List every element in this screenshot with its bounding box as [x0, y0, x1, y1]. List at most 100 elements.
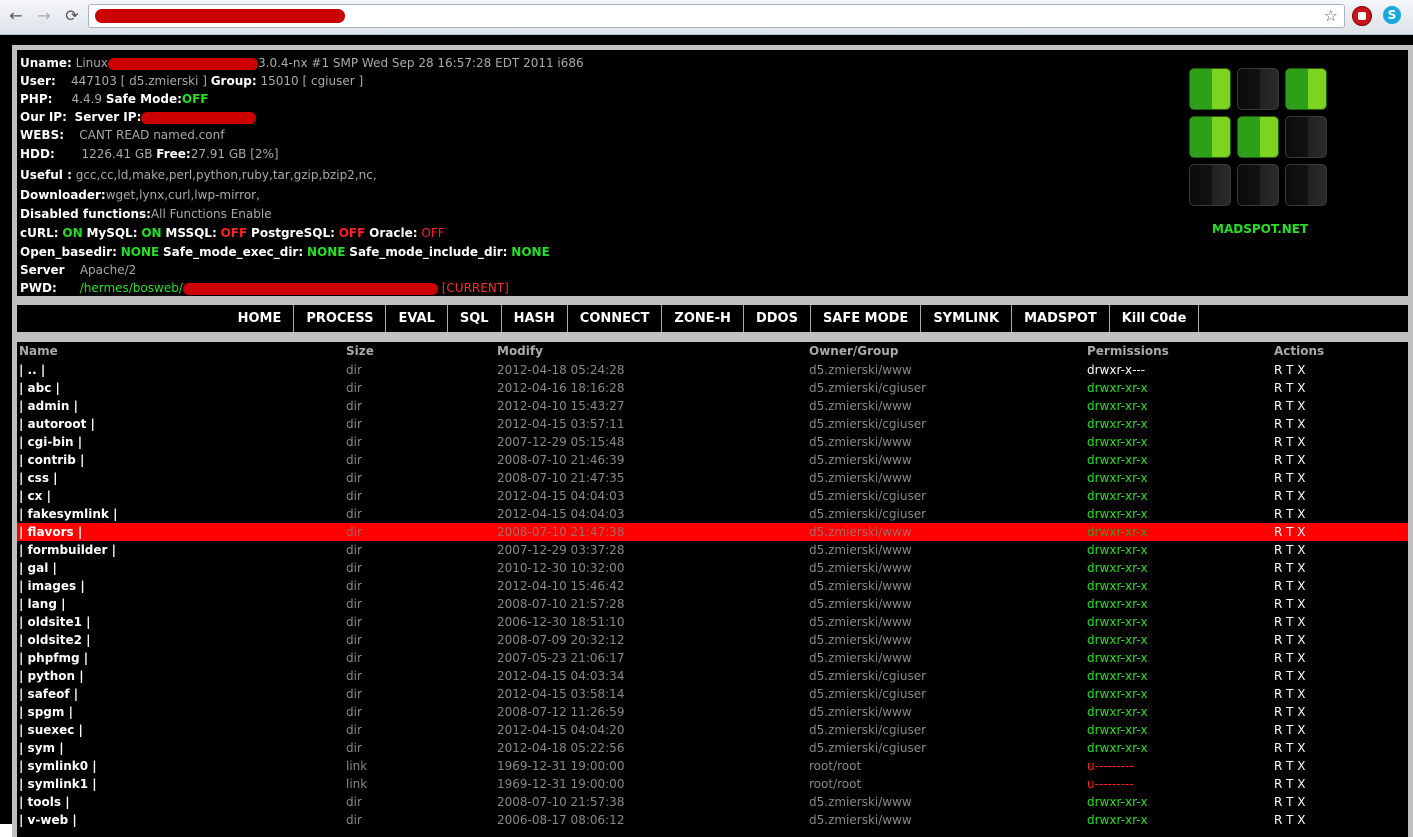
- back-button[interactable]: ←: [6, 6, 26, 26]
- file-permissions-link[interactable]: drwxr-xr-x: [1087, 541, 1148, 559]
- file-actions[interactable]: R T X: [1274, 379, 1306, 397]
- file-actions[interactable]: R T X: [1274, 721, 1306, 739]
- file-row[interactable]: | safeof | dir 2012-04-15 03:58:14 d5.zmier…: [17, 685, 1408, 703]
- file-name-link[interactable]: | admin |: [19, 397, 78, 415]
- file-row[interactable]: | formbuilder | dir 2007-12-29 03:37:28 d5.…: [17, 541, 1408, 559]
- file-permissions-link[interactable]: drwxr-xr-x: [1087, 523, 1148, 541]
- file-actions[interactable]: R T X: [1274, 649, 1306, 667]
- file-name-link[interactable]: | safeof |: [19, 685, 78, 703]
- bookmark-star-icon[interactable]: ☆: [1324, 6, 1338, 25]
- file-actions[interactable]: R T X: [1274, 505, 1306, 523]
- file-row[interactable]: | abc | dir 2012-04-16 18:16:28 d5.zmierski…: [17, 379, 1408, 397]
- file-actions[interactable]: R T X: [1274, 757, 1306, 775]
- file-permissions-link[interactable]: drwxr-xr-x: [1087, 505, 1148, 523]
- col-header-owner[interactable]: Owner/Group: [809, 343, 898, 359]
- file-permissions-link[interactable]: drwxr-xr-x: [1087, 433, 1148, 451]
- col-header-size[interactable]: Size: [346, 343, 374, 359]
- file-row[interactable]: | cx | dir 2012-04-15 04:04:03 d5.zmierski/…: [17, 487, 1408, 505]
- nav-safe-mode[interactable]: SAFE MODE: [811, 305, 922, 332]
- file-actions[interactable]: R T X: [1274, 703, 1306, 721]
- file-row[interactable]: | v-web | dir 2006-08-17 08:06:12 d5.zmiers…: [17, 811, 1408, 829]
- file-row[interactable]: | spgm | dir 2008-07-12 11:26:59 d5.zmiersk…: [17, 703, 1408, 721]
- file-name-link[interactable]: | fakesymlink |: [19, 505, 117, 523]
- col-header-modify[interactable]: Modify: [497, 343, 543, 359]
- file-name-link[interactable]: | phpfmg |: [19, 649, 88, 667]
- file-name-link[interactable]: | lang |: [19, 595, 65, 613]
- file-name-link[interactable]: | tools |: [19, 793, 70, 811]
- file-permissions-link[interactable]: drwxr-xr-x: [1087, 559, 1148, 577]
- file-actions[interactable]: R T X: [1274, 541, 1306, 559]
- reload-button[interactable]: ⟳: [62, 6, 82, 26]
- file-actions[interactable]: R T X: [1274, 577, 1306, 595]
- address-bar[interactable]: ☆: [88, 4, 1345, 28]
- file-row[interactable]: | images | dir 2012-04-10 15:46:42 d5.zmier…: [17, 577, 1408, 595]
- file-actions[interactable]: R T X: [1274, 451, 1306, 469]
- pwd-path-link[interactable]: /hermes/bosweb/: [80, 281, 183, 295]
- file-name-link[interactable]: | symlink0 |: [19, 757, 97, 775]
- file-actions[interactable]: R T X: [1274, 433, 1306, 451]
- file-actions[interactable]: R T X: [1274, 631, 1306, 649]
- nav-eval[interactable]: EVAL: [386, 305, 448, 332]
- file-name-link[interactable]: | gal |: [19, 559, 57, 577]
- nav-home[interactable]: HOME: [226, 305, 295, 332]
- file-row[interactable]: | admin | dir 2012-04-10 15:43:27 d5.zmiers…: [17, 397, 1408, 415]
- nav-sql[interactable]: SQL: [448, 305, 502, 332]
- file-row[interactable]: | gal | dir 2010-12-30 10:32:00 d5.zmierski…: [17, 559, 1408, 577]
- file-permissions-link[interactable]: drwxr-xr-x: [1087, 739, 1148, 757]
- file-row[interactable]: | cgi-bin | dir 2007-12-29 05:15:48 d5.zmie…: [17, 433, 1408, 451]
- file-permissions-link[interactable]: drwxr-xr-x: [1087, 685, 1148, 703]
- file-name-link[interactable]: | contrib |: [19, 451, 84, 469]
- file-actions[interactable]: R T X: [1274, 487, 1306, 505]
- file-actions[interactable]: R T X: [1274, 739, 1306, 757]
- nav-process[interactable]: PROCESS: [294, 305, 387, 332]
- file-name-link[interactable]: | css |: [19, 469, 58, 487]
- file-permissions-link[interactable]: drwxr-xr-x: [1087, 631, 1148, 649]
- file-permissions-link[interactable]: u---------: [1087, 775, 1134, 793]
- nav-connect[interactable]: CONNECT: [568, 305, 663, 332]
- file-name-link[interactable]: | abc |: [19, 379, 60, 397]
- nav-zone-h[interactable]: ZONE-H: [662, 305, 744, 332]
- file-name-link[interactable]: | autoroot |: [19, 415, 95, 433]
- file-name-link[interactable]: | spgm |: [19, 703, 73, 721]
- file-name-link[interactable]: | images |: [19, 577, 85, 595]
- file-actions[interactable]: R T X: [1274, 523, 1306, 541]
- file-row[interactable]: | .. | dir 2012-04-18 05:24:28 d5.zmierski/…: [17, 361, 1408, 379]
- file-row[interactable]: | oldsite2 | dir 2008-07-09 20:32:12 d5.zmi…: [17, 631, 1408, 649]
- file-actions[interactable]: R T X: [1274, 667, 1306, 685]
- file-permissions-link[interactable]: drwxr-xr-x: [1087, 667, 1148, 685]
- col-header-permissions[interactable]: Permissions: [1087, 343, 1169, 359]
- file-permissions-link[interactable]: drwxr-xr-x: [1087, 721, 1148, 739]
- file-row[interactable]: | contrib | dir 2008-07-10 21:46:39 d5.zmie…: [17, 451, 1408, 469]
- file-permissions-link[interactable]: u---------: [1087, 757, 1134, 775]
- file-permissions-link[interactable]: drwxr-xr-x: [1087, 415, 1148, 433]
- file-row[interactable]: | lang | dir 2008-07-10 21:57:28 d5.zmiersk…: [17, 595, 1408, 613]
- file-permissions-link[interactable]: drwxr-xr-x: [1087, 577, 1148, 595]
- nav-hash[interactable]: HASH: [502, 305, 568, 332]
- file-row[interactable]: | flavors | dir 2008-07-10 21:47:38 d5.zmie…: [17, 523, 1408, 541]
- file-name-link[interactable]: | flavors |: [19, 523, 82, 541]
- file-permissions-link[interactable]: drwxr-xr-x: [1087, 451, 1148, 469]
- file-permissions-link[interactable]: drwxr-xr-x: [1087, 595, 1148, 613]
- nav-symlink[interactable]: SYMLINK: [921, 305, 1013, 332]
- nav-madspot[interactable]: MADSPOT: [1012, 305, 1110, 332]
- file-name-link[interactable]: | .. |: [19, 361, 45, 379]
- file-row[interactable]: | fakesymlink | dir 2012-04-15 04:04:03 d5.…: [17, 505, 1408, 523]
- file-name-link[interactable]: | v-web |: [19, 811, 77, 829]
- file-row[interactable]: | phpfmg | dir 2007-05-23 21:06:17 d5.zmier…: [17, 649, 1408, 667]
- file-permissions-link[interactable]: drwxr-xr-x: [1087, 649, 1148, 667]
- file-row[interactable]: | autoroot | dir 2012-04-15 03:57:11 d5.zmi…: [17, 415, 1408, 433]
- file-permissions-link[interactable]: drwxr-xr-x: [1087, 379, 1148, 397]
- col-header-name[interactable]: Name: [19, 343, 58, 359]
- file-name-link[interactable]: | formbuilder |: [19, 541, 116, 559]
- pwd-current-link[interactable]: [CURRENT]: [442, 281, 509, 295]
- file-permissions-link[interactable]: drwxr-xr-x: [1087, 397, 1148, 415]
- file-actions[interactable]: R T X: [1274, 811, 1306, 829]
- file-permissions-link[interactable]: drwxr-xr-x: [1087, 703, 1148, 721]
- file-row[interactable]: | css | dir 2008-07-10 21:47:35 d5.zmierski…: [17, 469, 1408, 487]
- nav-kill-code[interactable]: Kill C0de: [1110, 305, 1200, 332]
- file-row[interactable]: | oldsite1 | dir 2006-12-30 18:51:10 d5.zmi…: [17, 613, 1408, 631]
- forward-button[interactable]: →: [34, 6, 54, 26]
- file-row[interactable]: | tools | dir 2008-07-10 21:57:38 d5.zmiers…: [17, 793, 1408, 811]
- file-actions[interactable]: R T X: [1274, 559, 1306, 577]
- file-name-link[interactable]: | suexec |: [19, 721, 83, 739]
